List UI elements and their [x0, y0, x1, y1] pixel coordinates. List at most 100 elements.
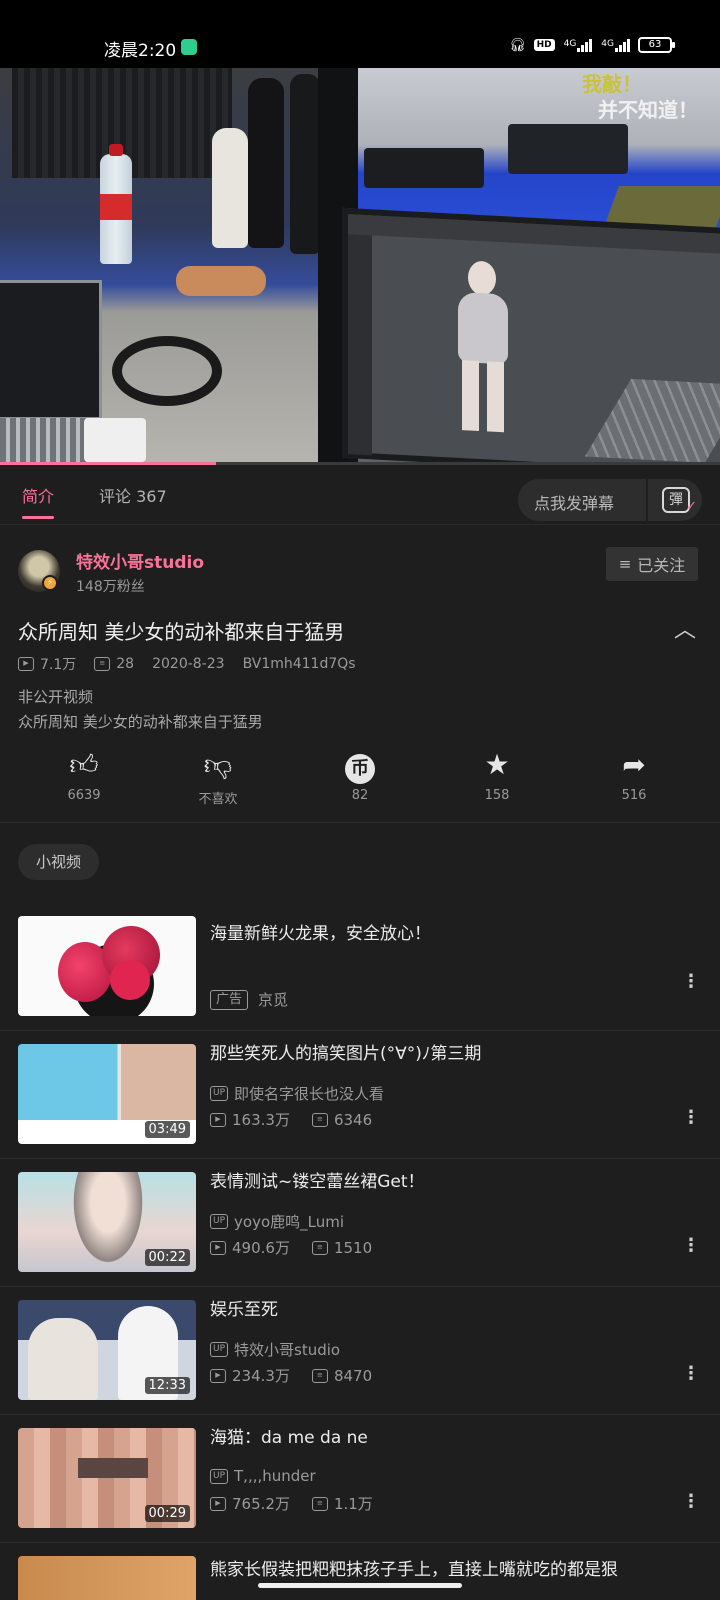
- danmaku-count-icon: ≡: [94, 657, 111, 671]
- status-icons: 🎧︎ HD 4G 4G 63: [509, 37, 675, 53]
- share-count: 516: [621, 788, 647, 803]
- thumbnail: [18, 1556, 196, 1600]
- action-bar: 👍︎ 6639 👎︎ 不喜欢 币 82 ★ 158 ➦ 516: [0, 748, 720, 810]
- view-count: 163.3万: [232, 1111, 290, 1129]
- more-vertical-icon[interactable]: ⋮: [682, 1235, 700, 1256]
- up-tag-icon: UP: [210, 1342, 229, 1357]
- uploader-name[interactable]: 特效小哥studio: [76, 548, 204, 573]
- uploader-name: T,,,,hunder: [234, 1467, 316, 1485]
- danmaku-count-icon: ≡: [311, 1240, 328, 1255]
- play-icon: ▶: [18, 657, 34, 671]
- list-item-title: 海量新鲜火龙果，安全放心！: [210, 924, 431, 944]
- list-item[interactable]: 00:29 海猫：da me da ne UP T,,,,hunder ▶ 765.…: [0, 1415, 720, 1543]
- hd-icon: HD: [533, 39, 555, 51]
- person-figure: [290, 74, 320, 254]
- danmaku-count-icon: ≡: [311, 1496, 328, 1511]
- danmaku-input[interactable]: 点我发弹幕 彈: [518, 479, 702, 521]
- view-count: 765.2万: [232, 1495, 290, 1513]
- uploader-name: 特效小哥studio: [234, 1341, 341, 1359]
- video-overlay-text: 并不知道！: [598, 98, 698, 122]
- equipment: [364, 148, 484, 188]
- uploader-name: yoyo鹿鸣_Lumi: [234, 1213, 345, 1231]
- video-scene-right: [342, 68, 720, 462]
- play-icon: ▶: [210, 1112, 226, 1127]
- follow-label: 已关注: [637, 556, 686, 575]
- section-chip-short-video[interactable]: 小视频: [18, 844, 100, 880]
- video-meta: ▶ 7.1万 ≡ 28 2020-8-23 BV1mh411d7Qs: [18, 654, 374, 674]
- like-count: 6639: [67, 788, 101, 803]
- duration: 12:33: [144, 1377, 190, 1394]
- list-item-title: 表情测试~镂空蕾丝裙Get！: [210, 1172, 425, 1192]
- follow-button[interactable]: ≡ 已关注: [606, 547, 698, 581]
- danmaku-toggle-button[interactable]: 彈: [646, 479, 702, 521]
- danmaku-icon: 彈: [662, 487, 697, 518]
- duration: 00:22: [144, 1249, 190, 1266]
- duration: 00:29: [144, 1505, 190, 1522]
- chevron-up-icon[interactable]: ︿: [674, 612, 696, 644]
- danmaku-count-icon: ≡: [311, 1112, 328, 1127]
- stats-line: ▶ 765.2万 ≡ 1.1万: [210, 1493, 395, 1514]
- danmaku-placeholder: 点我发弹幕: [534, 494, 615, 513]
- view-stat: ▶ 234.3万: [210, 1365, 290, 1386]
- water-bottle: [100, 144, 132, 264]
- coin-icon: 币: [310, 748, 410, 784]
- list-item[interactable]: 00:22 表情测试~镂空蕾丝裙Get！ UP yoyo鹿鸣_Lumi ▶ 490.…: [0, 1159, 720, 1287]
- ad-tag: 广告: [210, 989, 249, 1010]
- stats-line: ▶ 163.3万 ≡ 6346: [210, 1109, 394, 1130]
- uploader-name: 即使名字很长也没人看: [234, 1085, 385, 1103]
- star-icon: ★: [484, 748, 510, 781]
- coin-button[interactable]: 币 82: [310, 748, 410, 803]
- share-arrow-icon: ➦: [622, 748, 646, 781]
- list-item-ad[interactable]: 海量新鲜火龙果，安全放心！ 广告 京觅 ⋮: [0, 903, 720, 1031]
- equipment: [508, 124, 628, 174]
- divider: [0, 822, 720, 823]
- play-icon: ▶: [210, 1368, 226, 1383]
- favorite-button[interactable]: ★ 158: [447, 748, 547, 803]
- video-overlay-text: 我敲！: [582, 72, 642, 96]
- list-item-title: 熊家长假装把粑粑抹孩子手上，直接上嘴就吃的都是狠: [210, 1560, 618, 1580]
- coin-count: 82: [351, 788, 369, 803]
- danmaku-count: 1510: [333, 1238, 373, 1257]
- more-vertical-icon[interactable]: ⋮: [682, 1491, 700, 1512]
- home-indicator[interactable]: [258, 1583, 462, 1588]
- floor-grid: [584, 378, 720, 462]
- danmaku-count-icon: ≡: [311, 1368, 328, 1383]
- dislike-label: 不喜欢: [198, 792, 238, 807]
- danmaku-count: 6346: [333, 1110, 373, 1129]
- video-scene-left: [0, 68, 352, 462]
- more-vertical-icon[interactable]: ⋮: [682, 971, 700, 992]
- view-count: 234.3万: [232, 1367, 290, 1385]
- like-button[interactable]: 👍︎ 6639: [34, 748, 134, 803]
- cable-coil: [112, 336, 222, 406]
- danmaku-count-value: 28: [116, 656, 135, 672]
- thumbnail: 03:49: [18, 1044, 196, 1144]
- list-item-title: 娱乐至死: [210, 1300, 278, 1320]
- up-tag-icon: UP: [210, 1214, 229, 1229]
- more-vertical-icon[interactable]: ⋮: [682, 1363, 700, 1384]
- duration: 03:49: [144, 1121, 190, 1138]
- list-item[interactable]: 12:33 娱乐至死 UP 特效小哥studio ▶ 234.3万 ≡ 8470 ⋮: [0, 1287, 720, 1415]
- person-figure: [212, 128, 248, 248]
- up-tag-icon: UP: [210, 1468, 229, 1484]
- tab-comments[interactable]: 评论 367: [99, 483, 167, 507]
- thumbnail: 00:29: [18, 1428, 196, 1528]
- video-player[interactable]: 我敲！ 并不知道！: [0, 68, 720, 462]
- list-item-title: 那些笑死人的搞笑图片(°∀°)ﾉ第三期: [210, 1044, 482, 1064]
- list-item[interactable]: 熊家长假装把粑粑抹孩子手上，直接上嘴就吃的都是狠: [0, 1543, 720, 1600]
- uploader-line: UP yoyo鹿鸣_Lumi: [210, 1211, 344, 1232]
- more-vertical-icon[interactable]: ⋮: [682, 1107, 700, 1128]
- danmaku-count: 8470: [333, 1366, 373, 1385]
- stats-line: ▶ 234.3万 ≡ 8470: [210, 1365, 394, 1386]
- monitor-sidebar: [348, 234, 372, 456]
- play-icon: ▶: [210, 1496, 226, 1511]
- tab-intro[interactable]: 简介: [22, 483, 55, 519]
- shield-icon: [181, 39, 197, 55]
- laptop-keyboard: [0, 418, 92, 462]
- dislike-button[interactable]: 👎︎ 不喜欢: [168, 748, 268, 807]
- list-item[interactable]: 03:49 那些笑死人的搞笑图片(°∀°)ﾉ第三期 UP 即使名字很长也没人看 ▶…: [0, 1031, 720, 1159]
- danmaku-count: 1.1万: [333, 1495, 373, 1513]
- headphones-icon: 🎧︎: [509, 37, 526, 53]
- share-button[interactable]: ➦ 516: [584, 748, 684, 803]
- ad-meta: 广告 京觅: [210, 989, 288, 1010]
- danmaku-stat: ≡ 6346: [311, 1110, 373, 1129]
